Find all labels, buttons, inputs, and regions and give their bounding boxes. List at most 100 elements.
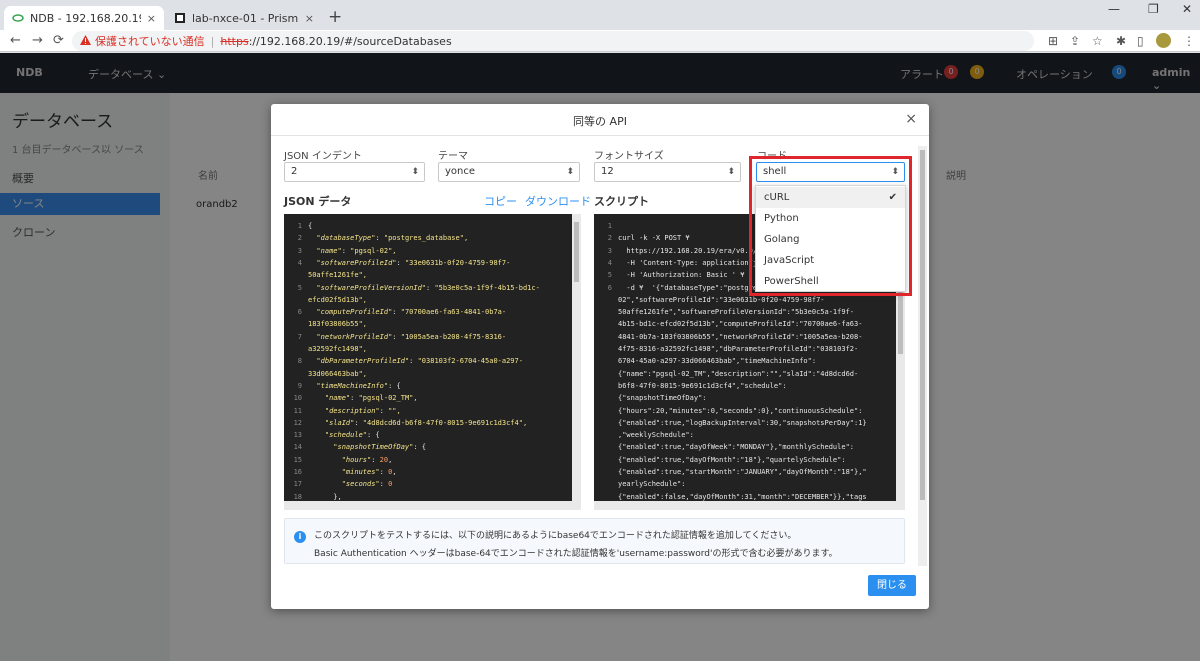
code-line: 9 "timeMachineInfo": { <box>284 380 401 392</box>
minimize-icon[interactable]: — <box>1108 2 1120 16</box>
address-bar-row: ← → ⟳ 保護されていない通信 | https ://192.168.20.1… <box>0 30 1200 52</box>
code-token: a32592fc1498", <box>308 345 368 353</box>
close-icon[interactable]: × <box>905 111 917 127</box>
code-token: {"enabled":true,"startMonth":"JANUARY","… <box>618 468 867 476</box>
code-token: -H 'Authorization: Basic ' ¥ <box>618 271 745 280</box>
code-token: "dbParameterProfileId" <box>308 357 410 366</box>
json-code-editor[interactable]: 1{2 "databaseType": "postgres_database",… <box>284 214 581 510</box>
code-line: yearlySchedule": <box>594 478 685 490</box>
code-token: "computeProfileId" <box>308 308 393 317</box>
code-token: : { <box>388 381 401 390</box>
copy-link[interactable]: コピー <box>484 193 517 209</box>
line-number: 3 <box>607 246 612 255</box>
reload-icon[interactable]: ⟳ <box>53 33 64 48</box>
extensions-icon[interactable]: ✱ <box>1116 34 1126 48</box>
code-token: "postgres_database", <box>383 234 469 243</box>
browser-menu-icon[interactable]: ⋮ <box>1183 34 1195 48</box>
code-line: 8 "dbParameterProfileId": "038103f2-6704… <box>284 355 523 367</box>
info-icon: i <box>294 531 306 543</box>
share-icon[interactable]: ⇪ <box>1070 34 1080 48</box>
translate-icon[interactable]: ⊞ <box>1048 34 1058 48</box>
code-line: 2 curl -k -X POST ¥ <box>594 232 690 244</box>
tab-close-icon[interactable]: × <box>147 12 156 25</box>
code-token: {"hours":20,"minutes":0,"seconds":0},"co… <box>618 406 863 415</box>
indent-label: JSON インデント <box>284 151 362 162</box>
code-token: {"snapshotTimeOfDay": <box>618 394 707 403</box>
tab-title: lab-nxce-01 - Prism Element <box>192 11 299 25</box>
indent-select[interactable]: 2 ⬍ <box>284 162 425 182</box>
sidepanel-icon[interactable]: ▯ <box>1137 34 1144 48</box>
code-token: "name" <box>308 394 351 403</box>
close-button[interactable]: 閉じる <box>868 575 916 596</box>
line-number: 8 <box>297 357 302 366</box>
code-token: : <box>392 308 401 317</box>
new-tab-button[interactable]: + <box>328 7 342 27</box>
code-line: efcd02f5d13b", <box>284 294 367 306</box>
code-line: {"name":"pgsql-02_TM","description":"","… <box>594 368 858 380</box>
tab-close-icon[interactable]: × <box>305 12 314 25</box>
code-line: {"enabled":true,"startMonth":"JANUARY","… <box>594 466 867 478</box>
code-line: {"hours":20,"minutes":0,"seconds":0},"co… <box>594 405 862 417</box>
code-line: 50affe1261fe","softwareProfileVersionId"… <box>594 306 854 318</box>
back-icon[interactable]: ← <box>10 33 21 48</box>
code-token: ,"weeklySchedule": <box>618 431 694 440</box>
code-token: "1005a5ea-b208-4f75-8316- <box>400 332 507 341</box>
code-token: "pgsql-02_TM", <box>358 394 418 403</box>
code-token: -H 'Content-Type: application/js <box>618 258 762 267</box>
code-token: {"enabled":false,"dayOfMonth":31,"month"… <box>618 492 867 501</box>
code-token: , <box>392 468 397 476</box>
line-number: 4 <box>607 258 612 267</box>
code-token: "5b3e0c5a-1f9f-4b15-bd1c- <box>434 283 540 292</box>
download-link[interactable]: ダウンロード <box>525 193 591 209</box>
code-token: "databaseType" <box>308 234 376 243</box>
code-token: efcd02f5d13b", <box>308 295 368 304</box>
code-token: , <box>388 455 393 464</box>
code-line: ,"weeklySchedule": <box>594 429 694 441</box>
json-data-title: JSON データ <box>284 195 352 208</box>
json-editor-vertical-scrollbar[interactable] <box>572 214 581 510</box>
code-token: : <box>371 455 380 464</box>
scroll-thumb[interactable] <box>574 222 579 282</box>
code-line: 4 -H 'Content-Type: application/js <box>594 257 762 269</box>
tab-prism[interactable]: lab-nxce-01 - Prism Element × <box>166 6 322 30</box>
code-token: : <box>375 234 384 243</box>
code-token: 0 <box>388 480 393 489</box>
code-token: -d ¥ '{"databaseType":"postgres <box>618 283 762 292</box>
url-scheme: https <box>220 34 249 48</box>
info-message: i このスクリプトをテストするには、以下の説明にあるようにbase64でエンコー… <box>284 518 905 564</box>
code-token: 183f03806b55", <box>308 320 368 329</box>
bookmark-star-icon[interactable]: ☆ <box>1092 34 1103 48</box>
theme-value: yonce <box>445 166 476 177</box>
code-line: 4841-0b7a-183f03806b55","networkProfileI… <box>594 331 862 343</box>
code-token: : { <box>413 443 427 452</box>
code-token: "snapshotTimeOfDay" <box>308 443 414 452</box>
code-token: 4b15-bd1c-efcd02f5d13b","computeProfileI… <box>618 320 863 329</box>
maximize-icon[interactable]: ❐ <box>1148 2 1159 16</box>
line-number: 7 <box>297 332 302 341</box>
forward-icon[interactable]: → <box>32 33 43 48</box>
modal-title: 同等の API <box>573 115 627 128</box>
code-line: 50affe1261fe", <box>284 269 367 281</box>
line-number: 11 <box>293 406 302 415</box>
url-field[interactable]: 保護されていない通信 | https ://192.168.20.19/#/so… <box>72 31 1034 51</box>
close-window-icon[interactable]: ✕ <box>1182 2 1192 16</box>
tab-ndb[interactable]: NDB - 192.168.20.19 - データベース × <box>4 6 164 30</box>
line-number: 1 <box>607 222 612 230</box>
code-line: 3 "name": "pgsql-02", <box>284 245 397 257</box>
updown-caret-icon: ⬍ <box>566 167 574 177</box>
line-number: 18 <box>293 492 302 501</box>
code-token: "name" <box>308 246 342 255</box>
profile-avatar[interactable] <box>1156 33 1171 48</box>
code-line: a32592fc1498", <box>284 343 367 355</box>
theme-select[interactable]: yonce ⬍ <box>438 162 580 182</box>
code-token: "", <box>388 406 401 415</box>
code-line: 14 "snapshotTimeOfDay": { <box>284 441 426 453</box>
scroll-thumb[interactable] <box>920 150 925 500</box>
modal-vertical-scrollbar[interactable] <box>918 146 927 566</box>
code-line: 5 -H 'Authorization: Basic ' ¥ <box>594 269 745 281</box>
code-token: {"enabled":true,"dayOfMonth":"18"},"quar… <box>618 455 846 464</box>
line-number: 6 <box>607 283 612 292</box>
insecure-label: 保護されていない通信 <box>95 35 205 48</box>
fontsize-select[interactable]: 12 ⬍ <box>594 162 741 182</box>
code-token: : <box>396 258 405 267</box>
